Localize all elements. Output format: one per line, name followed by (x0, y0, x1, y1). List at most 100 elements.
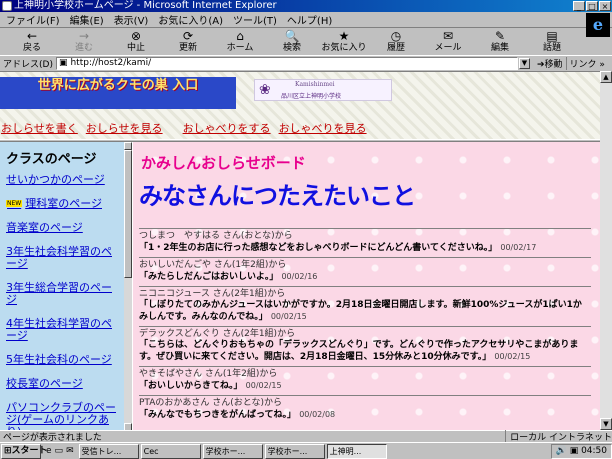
minimize-button[interactable]: _ (573, 1, 585, 11)
message-body: 「しぼりたてのみかんジュースはいかがですか。2月18日金曜日開店します。新鮮10… (139, 300, 582, 322)
address-url: http://host2/kami/ (70, 58, 152, 68)
class-link-pc-club[interactable]: パソコンクラブのページ(ゲームのリンクあり) (6, 402, 118, 431)
forward-button[interactable]: → 進む (58, 29, 110, 53)
outlook-quick-icon[interactable]: ✉ (66, 446, 74, 456)
edit-button[interactable]: ✎ 編集 (474, 29, 526, 53)
taskbar-item[interactable]: Cec (140, 443, 201, 459)
scroll-up-arrow[interactable] (124, 142, 132, 150)
school-name-jp: 品川区立上神明小学校 (281, 93, 342, 100)
window-controls: _ □ × (573, 1, 611, 11)
view-notice-link[interactable]: おしらせを見る (86, 120, 163, 136)
clock: 04:50 (581, 445, 607, 456)
menu-favorites[interactable]: お気に入り(A) (156, 12, 225, 27)
message-body: 「1・2年生のお店に行った感想などをおしゃべりボードにどんどん書いてくださいね。… (139, 243, 537, 253)
class-link-science[interactable]: NEW 理科室のページ (6, 198, 118, 210)
back-icon: ← (26, 29, 38, 43)
menu-help[interactable]: ヘルプ(H) (285, 12, 334, 27)
taskbar-item[interactable]: 学校ホー... (202, 443, 263, 459)
edit-icon: ✎ (494, 29, 506, 43)
status-bar: ページが表示されました ローカル イントラネット (0, 430, 612, 443)
taskbar-item-active[interactable]: 上神明... (326, 443, 387, 459)
message-author: つしまつ やすはる さん(おとな)から (139, 231, 293, 241)
message-item: デラックスどんぐり さん(2年1組)から 「こちらは、どんぐりおもちゃの「デラッ… (139, 326, 591, 366)
title-bar: 上神明小学校ホームページ - Microsoft Internet Explor… (0, 0, 612, 12)
close-button[interactable]: × (599, 1, 611, 11)
menu-view[interactable]: 表示(V) (112, 12, 151, 27)
class-link-principal[interactable]: 校長室のページ (6, 378, 118, 390)
start-button[interactable]: ⊞スタート (1, 443, 48, 459)
taskbar-item[interactable]: 受信トレ... (78, 443, 139, 459)
favorites-icon: ★ (338, 29, 350, 43)
window-title: 上神明小学校ホームページ - Microsoft Internet Explor… (14, 0, 277, 11)
tray-icons[interactable]: 🔊 ▣ (556, 446, 581, 456)
desktop-quick-icon[interactable]: ▭ (55, 446, 64, 456)
class-pages-title: クラスのページ (6, 152, 97, 167)
class-pages-frame: クラスのページ せいかつかのページ NEW 理科室のページ 音楽室のページ 3年生… (0, 142, 124, 430)
class-link-grade3-social[interactable]: 3年生社会科学習のページ (6, 246, 118, 270)
mail-button[interactable]: ✉ メール (422, 29, 474, 53)
class-link-grade4-social[interactable]: 4年生社会科学習のページ (6, 318, 118, 342)
page-viewport: 世界に広がるクモの巣 入口 ❀ Kamishinmei 品川区立上神明小学校 お… (0, 71, 600, 430)
chat-link[interactable]: おしゃべりをする (183, 120, 271, 136)
scroll-thumb[interactable] (124, 150, 132, 278)
class-link-music[interactable]: 音楽室のページ (6, 222, 118, 234)
message-item: PTAのおかあさん さん(おとな)から 「みんなでもちつきをがんばってね。」 0… (139, 395, 591, 424)
school-logo-banner: ❀ Kamishinmei 品川区立上神明小学校 (254, 79, 392, 101)
write-notice-link[interactable]: おしらせを書く (1, 120, 78, 136)
history-icon: ◷ (390, 29, 402, 43)
address-input[interactable]: ▣ http://host2/kami/ (55, 56, 518, 70)
address-dropdown-button[interactable]: ▼ (518, 57, 530, 69)
message-date: 00/02/15 (270, 312, 307, 321)
class-page-list: せいかつかのページ NEW 理科室のページ 音楽室のページ 3年生社会科学習のペー… (6, 174, 118, 430)
favorites-button[interactable]: ★ お気に入り (318, 29, 370, 53)
search-button[interactable]: 🔍 検索 (266, 29, 318, 53)
stop-button[interactable]: ⊗ 中止 (110, 29, 162, 53)
class-link-grade3-general[interactable]: 3年生総合学習のページ (6, 282, 118, 306)
left-frame-scrollbar[interactable] (124, 142, 132, 430)
message-author: おいしいだんごや さん(1年2組)から (139, 260, 287, 270)
class-link-grade5-social[interactable]: 5年生社会科のページ (6, 354, 118, 366)
message-item: つしまつ やすはる さん(おとな)から 「1・2年生のお店に行った感想などをおし… (139, 228, 591, 257)
stop-icon: ⊗ (130, 29, 142, 43)
message-date: 00/02/16 (281, 272, 318, 281)
toolbar: ← 戻る → 進む ⊗ 中止 ⟳ 更新 ⌂ ホーム 🔍 検索 ★ お気に入り ◷ 履歴 ✉ メール… (0, 29, 580, 55)
notice-board-frame: かみしんおしらせボード みなさんにつたえたいこと つしまつ やすはる さん(おと… (133, 142, 600, 430)
page-scroll-up-arrow[interactable]: ▲ (600, 71, 612, 83)
ie-quick-icon[interactable]: e (46, 446, 52, 456)
menu-edit[interactable]: 編集(E) (68, 12, 106, 27)
view-chat-link[interactable]: おしゃべりを見る (279, 120, 367, 136)
board-heading: みなさんにつたえたいこと (139, 182, 416, 210)
class-link-seikatsu[interactable]: せいかつかのページ (6, 174, 118, 186)
school-name-en: Kamishinmei (295, 81, 335, 88)
home-button[interactable]: ⌂ ホーム (214, 29, 266, 53)
menu-file[interactable]: ファイル(F) (4, 12, 62, 27)
new-badge-icon: NEW (6, 200, 23, 207)
message-author: やきそばやさん さん(1年2組)から (139, 369, 278, 379)
refresh-button[interactable]: ⟳ 更新 (162, 29, 214, 53)
grapes-icon: ❀ (259, 82, 271, 98)
page-scroll-down-arrow[interactable]: ▼ (600, 418, 612, 430)
discuss-button[interactable]: ▤ 話題 (526, 29, 578, 53)
menu-tools[interactable]: ツール(T) (231, 12, 279, 27)
search-icon: 🔍 (284, 29, 300, 43)
maximize-button[interactable]: □ (586, 1, 598, 11)
message-body: 「みんなでもちつきをがんばってね。」 00/02/08 (139, 410, 336, 420)
back-button[interactable]: ← 戻る (6, 29, 58, 53)
message-date: 00/02/15 (245, 381, 282, 390)
discuss-icon: ▤ (546, 29, 558, 43)
web-entrance-banner[interactable]: 世界に広がるクモの巣 入口 (0, 77, 236, 109)
history-button[interactable]: ◷ 履歴 (370, 29, 422, 53)
refresh-icon: ⟳ (182, 29, 194, 43)
quick-launch: e ▭ ✉ (43, 446, 77, 456)
go-button[interactable]: ➔移動 (534, 57, 566, 70)
board-nav-links: おしらせを書く おしらせを見る おしゃべりをする おしゃべりを見る (1, 120, 375, 136)
scroll-down-arrow[interactable] (124, 423, 132, 430)
home-icon: ⌂ (236, 29, 244, 43)
message-body: 「こちらは、どんぐりおもちゃの「デラックスどんぐり」です。どんぐりで作ったアクセ… (139, 340, 579, 362)
links-button[interactable]: リンク » (565, 56, 608, 70)
message-list: つしまつ やすはる さん(おとな)から 「1・2年生のお店に行った感想などをおし… (139, 228, 591, 424)
ie-logo-icon: e (586, 13, 610, 37)
taskbar-item[interactable]: 学校ホー... (264, 443, 325, 459)
page-scrollbar[interactable]: ▲ ▼ (600, 71, 612, 430)
message-date: 00/02/08 (299, 410, 336, 419)
